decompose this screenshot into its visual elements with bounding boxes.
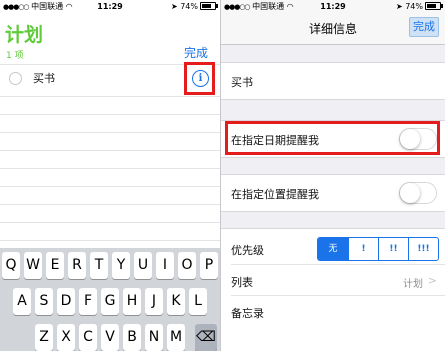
battery-icon [425,2,443,10]
row-divider [0,204,220,205]
row-divider [231,295,445,296]
keyboard: Q W E R T Y U I O P A S D F G H J K L Z … [0,248,220,351]
key-s[interactable]: S [35,288,53,315]
key-d[interactable]: D [57,288,75,315]
location-icon: ➤ [395,2,403,11]
done-button[interactable]: 完成 [184,44,208,61]
complete-checkbox[interactable] [9,72,22,85]
reminders-list-screen: ●●●○○ 中国联通 ◠ 11:29 ➤ 74% 计划 1 项 完成 买书 i … [0,0,220,351]
battery-percent: 74% [405,2,423,11]
priority-option-medium[interactable]: !! [378,238,408,260]
battery-icon [200,2,218,10]
backspace-key[interactable]: ⌫ [195,324,217,351]
key-a[interactable]: A [13,288,31,315]
row-divider [0,240,220,241]
remind-location-label: 在指定位置提醒我 [231,188,319,201]
list-value[interactable]: 计划 [403,275,423,290]
info-highlight-box: i [184,62,215,95]
notes-label[interactable]: 备忘录 [231,305,264,321]
key-h[interactable]: H [123,288,141,315]
priority-option-high[interactable]: !!! [408,238,438,260]
key-i[interactable]: I [156,252,174,279]
key-q[interactable]: Q [2,252,20,279]
key-l[interactable]: L [189,288,207,315]
priority-option-low[interactable]: ! [348,238,378,260]
list-label: 列表 [231,276,253,289]
remind-location-cell: 在指定位置提醒我 [221,174,445,212]
chevron-right-icon: > [427,274,437,287]
key-j[interactable]: J [145,288,163,315]
key-y[interactable]: Y [112,252,130,279]
row-divider [0,168,220,169]
key-v[interactable]: V [101,324,119,351]
key-b[interactable]: B [123,324,141,351]
info-icon[interactable]: i [192,70,209,87]
key-o[interactable]: O [178,252,196,279]
key-r[interactable]: R [68,252,86,279]
nav-bar: 详细信息 完成 [221,14,445,45]
priority-label: 优先级 [231,244,264,257]
task-title[interactable]: 买书 [33,70,55,86]
task-title-cell[interactable]: 买书 [221,62,445,100]
key-e[interactable]: E [46,252,64,279]
keyboard-row-1: Q W E R T Y U I O P [0,252,220,279]
row-divider [0,114,220,115]
key-p[interactable]: P [200,252,218,279]
done-button[interactable]: 完成 [409,17,439,37]
keyboard-row-2: A S D F G H J K L [0,288,220,315]
status-bar: ●●●○○ 中国联通 ◠ 11:29 ➤ 74% [221,0,445,14]
key-g[interactable]: G [101,288,119,315]
row-divider [0,222,220,223]
row-divider [0,150,220,151]
key-x[interactable]: X [57,324,75,351]
reminder-detail-screen: ●●●○○ 中国联通 ◠ 11:29 ➤ 74% 详细信息 完成 买书 在指定日… [221,0,445,351]
battery-percent: 74% [180,2,198,11]
key-m[interactable]: M [167,324,185,351]
item-count: 1 项 [6,51,24,61]
key-w[interactable]: W [24,252,42,279]
status-bar: ●●●○○ 中国联通 ◠ 11:29 ➤ 74% [0,0,220,14]
remind-date-highlight-box [225,121,440,155]
row-divider [0,186,220,187]
task-title[interactable]: 买书 [231,74,253,90]
row-divider [231,264,445,265]
key-k[interactable]: K [167,288,185,315]
remind-location-toggle[interactable] [399,182,437,204]
list-title: 计划 [5,24,44,46]
priority-segmented-control: 无 ! !! !!! [317,237,439,261]
priority-option-none[interactable]: 无 [318,238,348,260]
row-divider [0,132,220,133]
key-n[interactable]: N [145,324,163,351]
key-t[interactable]: T [90,252,108,279]
key-z[interactable]: Z [35,324,53,351]
key-f[interactable]: F [79,288,97,315]
key-u[interactable]: U [134,252,152,279]
row-divider [0,96,220,97]
location-icon: ➤ [170,2,178,11]
key-c[interactable]: C [79,324,97,351]
keyboard-row-3: Z X C V B N M ⌫ [0,324,220,351]
